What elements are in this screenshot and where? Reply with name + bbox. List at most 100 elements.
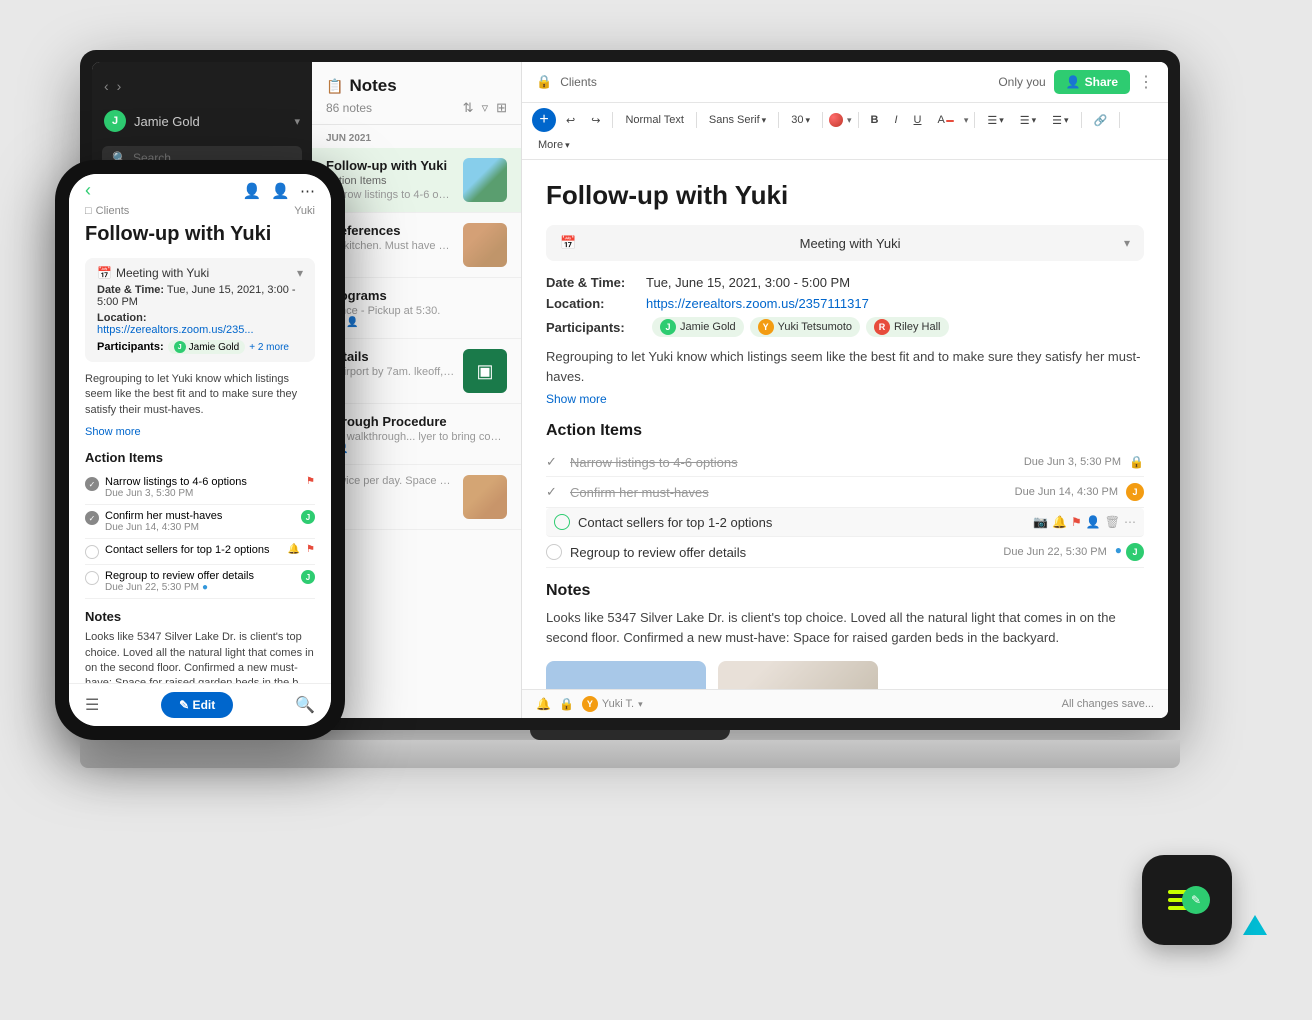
action-item-2[interactable]: ✓ Confirm her must-haves Due Jun 14, 4:3…: [546, 477, 1144, 508]
app-icon: ✎: [1142, 855, 1232, 945]
redo-button[interactable]: ↪: [585, 111, 606, 130]
phone-plus-more: + 2 more: [249, 342, 289, 353]
action-item-1[interactable]: ✓ Narrow listings to 4-6 options Due Jun…: [546, 448, 1144, 477]
notes-icon: 📋: [326, 78, 343, 95]
phone-edit-button[interactable]: ✎ Edit: [161, 692, 233, 718]
footer-bell-icon[interactable]: 🔔: [536, 697, 551, 711]
sidebar-user[interactable]: J Jamie Gold ▾: [92, 104, 312, 138]
share-button[interactable]: 👤 Share: [1054, 70, 1130, 94]
highlight-button[interactable]: A: [931, 111, 959, 129]
toolbar-divider-5: [858, 112, 859, 128]
sort-icon[interactable]: ▿: [482, 100, 489, 116]
underline-button[interactable]: U: [908, 111, 928, 129]
phone-action-3[interactable]: Contact sellers for top 1-2 options 🔔 ⚑: [85, 539, 315, 565]
participant-riley: R Riley Hall: [866, 317, 948, 337]
building-image[interactable]: [718, 661, 878, 689]
add-content-button[interactable]: +: [532, 108, 556, 132]
dots-icon[interactable]: ⋯: [1124, 515, 1136, 529]
action-icons-2: J: [1126, 483, 1144, 501]
phone-due-4: Due Jun 22, 5:30 PM ●: [105, 582, 295, 593]
phone-location-link[interactable]: https://zerealtors.zoom.us/235...: [97, 324, 254, 336]
editor-breadcrumb: Clients: [560, 75, 597, 89]
trash-icon[interactable]: 🗑: [1105, 515, 1120, 529]
phone-bottom-bar: ☰ ✎ Edit 🔍: [69, 683, 331, 726]
action-item-4[interactable]: Regroup to review offer details Due Jun …: [546, 537, 1144, 568]
note-title-procedure: Through Procedure: [326, 414, 507, 429]
footer-lock-icon[interactable]: 🔒: [559, 697, 574, 711]
phone-search-bottom-icon[interactable]: 🔍: [295, 695, 315, 715]
toolbar-divider-2: [696, 112, 697, 128]
note-thumb-house: [463, 158, 507, 202]
more-toolbar-button[interactable]: More ▾: [532, 136, 576, 154]
phone-action-4[interactable]: Regroup to review offer details Due Jun …: [85, 565, 315, 599]
color-picker[interactable]: [829, 113, 843, 127]
notes-count-row: 86 notes ⇅ ▿ ⊞: [326, 100, 507, 116]
phone-share-icon[interactable]: 👤: [271, 182, 290, 200]
toolbar-divider-3: [778, 112, 779, 128]
phone-clients-icon: □: [85, 205, 92, 217]
editor-content: Follow-up with Yuki 📅 Meeting with Yuki …: [522, 160, 1168, 689]
text-style-dropdown[interactable]: Normal Text: [619, 111, 689, 129]
nav-back-arrow[interactable]: ‹: [104, 78, 109, 94]
editor-topbar: 🔒 Clients Only you 👤 Share ⋮: [522, 62, 1168, 103]
undo-button[interactable]: ↩: [560, 111, 581, 130]
phone-more-icon[interactable]: ⋯: [300, 182, 315, 200]
avatar-j: J: [660, 319, 676, 335]
note-tags-programs: 👤: [326, 317, 507, 328]
calendar-icon: 📅: [560, 235, 576, 251]
mountain-image[interactable]: [546, 661, 706, 689]
link-button[interactable]: 🔗: [1088, 111, 1114, 130]
show-more-link[interactable]: Show more: [546, 392, 607, 406]
font-dropdown[interactable]: Sans Serif ▾: [703, 111, 772, 129]
phone-action-buttons: 👤 👤 ⋯: [243, 182, 315, 200]
shared-icon: 👤: [346, 317, 358, 328]
phone-action-2[interactable]: ✓ Confirm her must-haves Due Jun 14, 4:3…: [85, 505, 315, 539]
phone-show-more[interactable]: Show more: [85, 426, 141, 438]
app-pencil-icon: ✎: [1182, 886, 1210, 914]
note-body-text: Regrouping to let Yuki know which listin…: [546, 347, 1144, 386]
flag-icon[interactable]: ⚑: [1071, 515, 1082, 529]
italic-button[interactable]: I: [888, 111, 903, 129]
phone-person-icon[interactable]: 👤: [243, 182, 262, 200]
avatar-amber: J: [1126, 483, 1144, 501]
phone-menu-icon[interactable]: ☰: [85, 695, 99, 715]
indent-button[interactable]: ☰ ▾: [1046, 111, 1074, 130]
more-options-button[interactable]: ⋮: [1138, 72, 1154, 92]
action-icons-1: 🔒: [1129, 455, 1144, 469]
phone-status-bar: ‹ 👤 👤 ⋯: [69, 174, 331, 203]
avatar-green: J: [1126, 543, 1144, 561]
action-item-3[interactable]: Contact sellers for top 1-2 options 📷 🔔 …: [546, 508, 1144, 537]
phone-action-1[interactable]: ✓ Narrow listings to 4-6 options Due Jun…: [85, 471, 315, 505]
bold-button[interactable]: B: [865, 111, 885, 129]
action-text-4: Regroup to review offer details: [570, 545, 995, 560]
note-snippet-procedure: ach walkthrough... lyer to bring contrac…: [326, 431, 507, 443]
ordered-list-button[interactable]: ☰ ▾: [1014, 111, 1042, 130]
action-text-1: Narrow listings to 4-6 options: [570, 455, 1016, 470]
decorative-triangle: [1243, 915, 1267, 935]
nav-forward-arrow[interactable]: ›: [117, 78, 122, 94]
meeting-chevron[interactable]: ▾: [1124, 236, 1130, 250]
phone-content: Follow-up with Yuki 📅 Meeting with Yuki …: [69, 223, 331, 683]
footer-user-dropdown[interactable]: Y Yuki T. ▾: [582, 696, 643, 712]
toolbar-divider-8: [1119, 112, 1120, 128]
highlight-chevron[interactable]: ▾: [964, 115, 969, 126]
footer-username: Yuki T.: [602, 698, 634, 710]
meeting-card[interactable]: 📅 Meeting with Yuki ▾: [546, 225, 1144, 261]
bell-icon[interactable]: 🔔: [1052, 515, 1067, 529]
toolbar-divider-1: [612, 112, 613, 128]
note-thumb-qr: ▣: [463, 349, 507, 393]
phone-back-button[interactable]: ‹: [85, 180, 91, 201]
font-size[interactable]: 30 ▾: [785, 111, 816, 129]
person-icon[interactable]: 👤: [1086, 515, 1101, 529]
grid-icon[interactable]: ⊞: [496, 100, 507, 116]
bullet-list-button[interactable]: ☰ ▾: [981, 111, 1009, 130]
save-status: All changes save...: [1062, 698, 1154, 710]
location-link[interactable]: https://zerealtors.zoom.us/2357111317: [646, 296, 869, 311]
phone-meeting-chevron[interactable]: ▾: [297, 266, 303, 280]
phone-meeting-card[interactable]: 📅 Meeting with Yuki ▾ Date & Time: Tue, …: [85, 258, 315, 362]
filter-icon[interactable]: ⇅: [463, 100, 474, 116]
camera-icon[interactable]: 📷: [1033, 515, 1048, 529]
color-chevron[interactable]: ▾: [847, 115, 852, 126]
phone-meeting-name: 📅 Meeting with Yuki: [97, 266, 209, 280]
note-thumb-kitchen: [463, 223, 507, 267]
